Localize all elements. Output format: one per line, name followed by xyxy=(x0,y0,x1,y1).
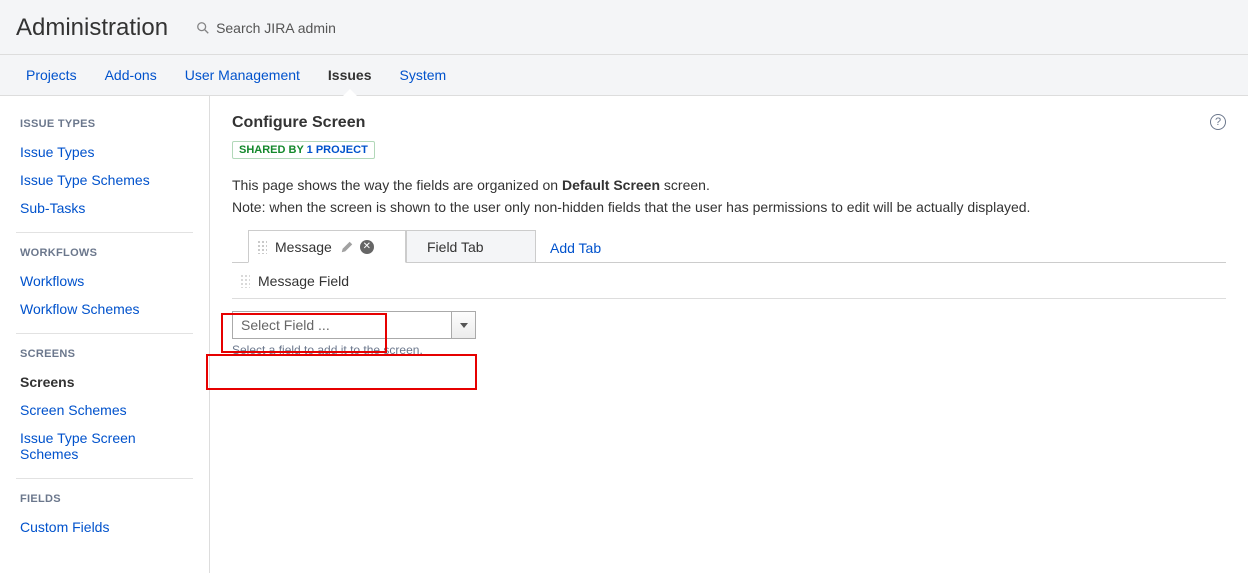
shared-by-link[interactable]: 1 PROJECT xyxy=(307,144,368,156)
nav-user-management[interactable]: User Management xyxy=(175,55,310,95)
sidebar-item-issue-type-schemes[interactable]: Issue Type Schemes xyxy=(16,166,193,194)
drag-handle-icon[interactable] xyxy=(240,274,250,288)
screen-description: This page shows the way the fields are o… xyxy=(232,177,1226,193)
highlight-field-row xyxy=(206,354,477,390)
nav-issues[interactable]: Issues xyxy=(318,55,382,95)
side-group-issue-types: ISSUE TYPES Issue Types Issue Type Schem… xyxy=(16,118,193,233)
select-field-input[interactable]: Select Field ... xyxy=(232,311,452,339)
shared-by-prefix: SHARED BY xyxy=(239,144,307,156)
desc-suffix: screen. xyxy=(660,177,710,193)
shared-by-badge: SHARED BY 1 PROJECT xyxy=(232,141,375,159)
add-tab-link[interactable]: Add Tab xyxy=(550,240,601,256)
page-title: Configure Screen xyxy=(232,114,1226,132)
pencil-icon[interactable] xyxy=(340,240,354,254)
admin-title: Administration xyxy=(16,14,168,42)
sidebar-item-workflows[interactable]: Workflows xyxy=(16,267,193,295)
field-label: Message Field xyxy=(258,273,349,289)
help-icon[interactable]: ? xyxy=(1210,114,1226,130)
side-group-fields: FIELDS Custom Fields xyxy=(16,493,193,551)
drag-handle-icon[interactable] xyxy=(257,240,267,254)
side-heading: FIELDS xyxy=(20,493,193,505)
tab-label: Field Tab xyxy=(427,239,484,255)
select-hint: Select a field to add it to the screen. xyxy=(232,343,1226,357)
side-heading: ISSUE TYPES xyxy=(20,118,193,130)
search-icon xyxy=(196,21,210,35)
chevron-down-icon xyxy=(460,323,468,328)
field-row[interactable]: Message Field xyxy=(232,263,1226,299)
desc-prefix: This page shows the way the fields are o… xyxy=(232,177,562,193)
sidebar: ISSUE TYPES Issue Types Issue Type Schem… xyxy=(0,96,210,573)
screen-tabs: Message ✕ Field Tab Add Tab xyxy=(232,229,1226,263)
body: ISSUE TYPES Issue Types Issue Type Schem… xyxy=(0,96,1248,573)
sidebar-item-screen-schemes[interactable]: Screen Schemes xyxy=(16,396,193,424)
sidebar-item-issue-type-screen-schemes[interactable]: Issue Type Screen Schemes xyxy=(16,424,193,468)
screen-note: Note: when the screen is shown to the us… xyxy=(232,199,1226,215)
desc-screen-name: Default Screen xyxy=(562,177,660,193)
tab-field-tab[interactable]: Field Tab xyxy=(406,230,536,263)
sidebar-item-sub-tasks[interactable]: Sub-Tasks xyxy=(16,194,193,222)
search-placeholder: Search JIRA admin xyxy=(216,20,336,36)
top-nav: Projects Add-ons User Management Issues … xyxy=(0,55,1248,96)
sidebar-item-issue-types[interactable]: Issue Types xyxy=(16,138,193,166)
sidebar-item-screens[interactable]: Screens xyxy=(16,368,193,396)
remove-icon[interactable]: ✕ xyxy=(360,240,374,254)
nav-system[interactable]: System xyxy=(390,55,457,95)
tab-label: Message xyxy=(275,239,332,255)
nav-projects[interactable]: Projects xyxy=(16,55,87,95)
add-field-select[interactable]: Select Field ... xyxy=(232,311,1226,339)
main-content: ? Configure Screen SHARED BY 1 PROJECT T… xyxy=(210,96,1248,573)
select-dropdown-button[interactable] xyxy=(452,311,476,339)
side-heading: SCREENS xyxy=(20,348,193,360)
side-heading: WORKFLOWS xyxy=(20,247,193,259)
sidebar-item-custom-fields[interactable]: Custom Fields xyxy=(16,513,193,541)
side-group-screens: SCREENS Screens Screen Schemes Issue Typ… xyxy=(16,348,193,479)
admin-header: Administration Search JIRA admin xyxy=(0,0,1248,55)
tab-message[interactable]: Message ✕ xyxy=(248,230,406,263)
nav-addons[interactable]: Add-ons xyxy=(95,55,167,95)
side-group-workflows: WORKFLOWS Workflows Workflow Schemes xyxy=(16,247,193,334)
admin-search[interactable]: Search JIRA admin xyxy=(196,20,336,36)
sidebar-item-workflow-schemes[interactable]: Workflow Schemes xyxy=(16,295,193,323)
